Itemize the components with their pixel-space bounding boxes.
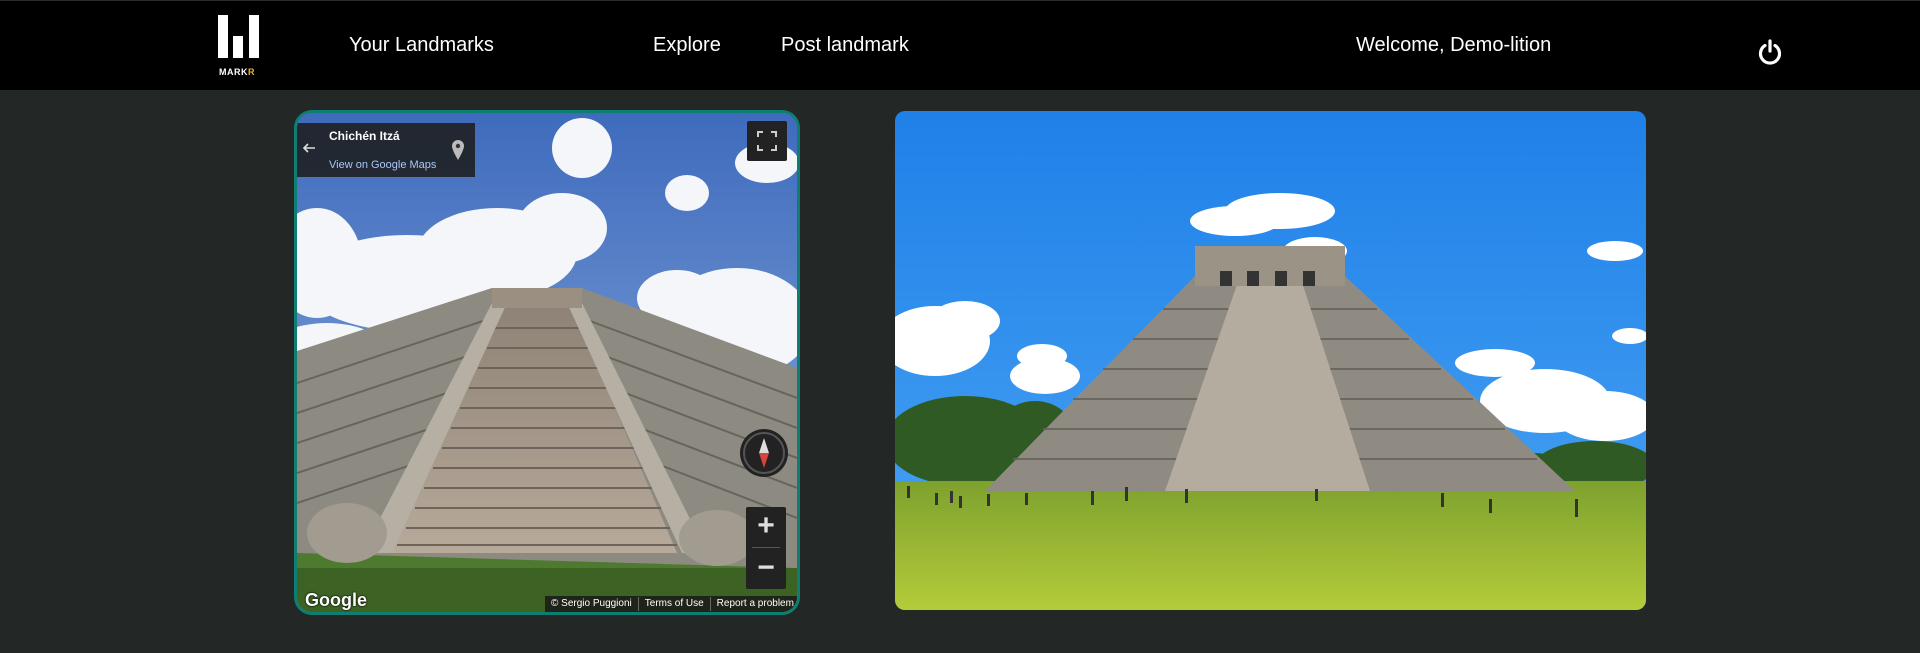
copyright-text: © Sergio Puggioni	[551, 598, 632, 609]
zoom-out-button[interactable]: −	[746, 549, 786, 589]
back-arrow-icon[interactable]	[301, 140, 317, 156]
nav-explore[interactable]: Explore	[653, 34, 721, 57]
place-title: Chichén Itzá	[329, 129, 400, 143]
logout-button[interactable]	[1756, 38, 1784, 66]
zoom-control: + −	[746, 507, 786, 589]
welcome-text: Welcome, Demo-lition	[1356, 34, 1552, 56]
view-on-google-maps-link[interactable]: View on Google Maps	[329, 159, 436, 171]
markr-logo[interactable]: MARKR	[218, 15, 262, 79]
zoom-divider	[752, 547, 780, 548]
top-navbar: MARKR Your Landmarks Explore Post landma…	[0, 0, 1920, 90]
fullscreen-icon	[757, 131, 777, 151]
report-problem-link[interactable]: Report a problem	[709, 597, 797, 611]
fullscreen-button[interactable]	[747, 121, 787, 161]
map-pin-icon[interactable]	[452, 140, 464, 160]
street-view-panel[interactable]: Chichén Itzá View on Google Maps + − Goo…	[294, 110, 800, 615]
zoom-in-button[interactable]: +	[746, 507, 786, 547]
landmark-photo	[895, 111, 1646, 610]
landmark-photo-image	[895, 111, 1646, 610]
logo-bars-icon	[218, 15, 262, 58]
terms-of-use-link[interactable]: Terms of Use	[637, 597, 710, 611]
street-view-info-card: Chichén Itzá View on Google Maps	[297, 123, 475, 177]
logo-text-accent: R	[248, 67, 255, 77]
nav-post-landmark[interactable]: Post landmark	[781, 34, 909, 57]
power-icon	[1758, 39, 1782, 65]
street-view-footer: © Sergio Puggioni Terms of Use Report a …	[545, 596, 797, 612]
compass-icon	[743, 432, 785, 474]
logo-text: MARKR	[219, 67, 255, 77]
compass-button[interactable]	[740, 429, 788, 477]
nav-your-landmarks[interactable]: Your Landmarks	[349, 34, 494, 57]
google-logo[interactable]: Google	[305, 590, 367, 611]
street-view-scene[interactable]	[297, 113, 797, 612]
